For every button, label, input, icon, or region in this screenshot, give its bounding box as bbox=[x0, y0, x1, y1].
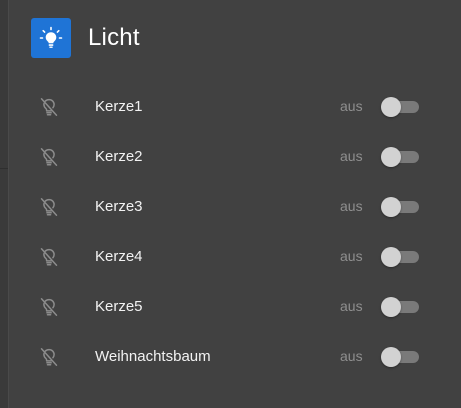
toggle-thumb[interactable] bbox=[381, 247, 401, 267]
lightbulb-icon bbox=[31, 18, 71, 58]
lightbulb-off-icon[interactable] bbox=[38, 196, 60, 218]
device-toggle[interactable] bbox=[381, 147, 419, 167]
card-header: Licht bbox=[31, 18, 140, 58]
device-state: aus bbox=[340, 148, 363, 164]
device-state: aus bbox=[340, 348, 363, 364]
device-state: aus bbox=[340, 98, 363, 114]
device-row-3: Kerze3 aus bbox=[9, 183, 461, 233]
device-row-1: Kerze1 aus bbox=[9, 83, 461, 133]
lightbulb-off-icon[interactable] bbox=[38, 296, 60, 318]
device-state: aus bbox=[340, 298, 363, 314]
toggle-thumb[interactable] bbox=[381, 347, 401, 367]
device-toggle[interactable] bbox=[381, 97, 419, 117]
lightbulb-off-icon[interactable] bbox=[38, 246, 60, 268]
lightbulb-off-icon[interactable] bbox=[38, 146, 60, 168]
toggle-thumb[interactable] bbox=[381, 97, 401, 117]
device-row-6: Weihnachtsbaum aus bbox=[9, 333, 461, 383]
lightbulb-off-icon[interactable] bbox=[38, 346, 60, 368]
device-toggle[interactable] bbox=[381, 247, 419, 267]
device-row-2: Kerze2 aus bbox=[9, 133, 461, 183]
divider bbox=[0, 168, 8, 169]
device-name: Weihnachtsbaum bbox=[95, 348, 211, 365]
device-state: aus bbox=[340, 248, 363, 264]
toggle-thumb[interactable] bbox=[381, 147, 401, 167]
card-title: Licht bbox=[88, 24, 140, 51]
light-card: Licht Kerze1 aus Kerze2 aus Kerze3 aus K… bbox=[8, 0, 461, 408]
device-toggle[interactable] bbox=[381, 297, 419, 317]
device-name: Kerze1 bbox=[95, 98, 143, 115]
device-toggle[interactable] bbox=[381, 197, 419, 217]
lightbulb-off-icon[interactable] bbox=[38, 96, 60, 118]
toggle-thumb[interactable] bbox=[381, 197, 401, 217]
device-row-5: Kerze5 aus bbox=[9, 283, 461, 333]
device-name: Kerze4 bbox=[95, 248, 143, 265]
device-row-4: Kerze4 aus bbox=[9, 233, 461, 283]
device-state: aus bbox=[340, 198, 363, 214]
device-list: Kerze1 aus Kerze2 aus Kerze3 aus Kerze4 … bbox=[9, 83, 461, 383]
adjacent-panel-edge bbox=[0, 0, 8, 408]
toggle-thumb[interactable] bbox=[381, 297, 401, 317]
device-name: Kerze2 bbox=[95, 148, 143, 165]
device-toggle[interactable] bbox=[381, 347, 419, 367]
device-name: Kerze5 bbox=[95, 298, 143, 315]
device-name: Kerze3 bbox=[95, 198, 143, 215]
